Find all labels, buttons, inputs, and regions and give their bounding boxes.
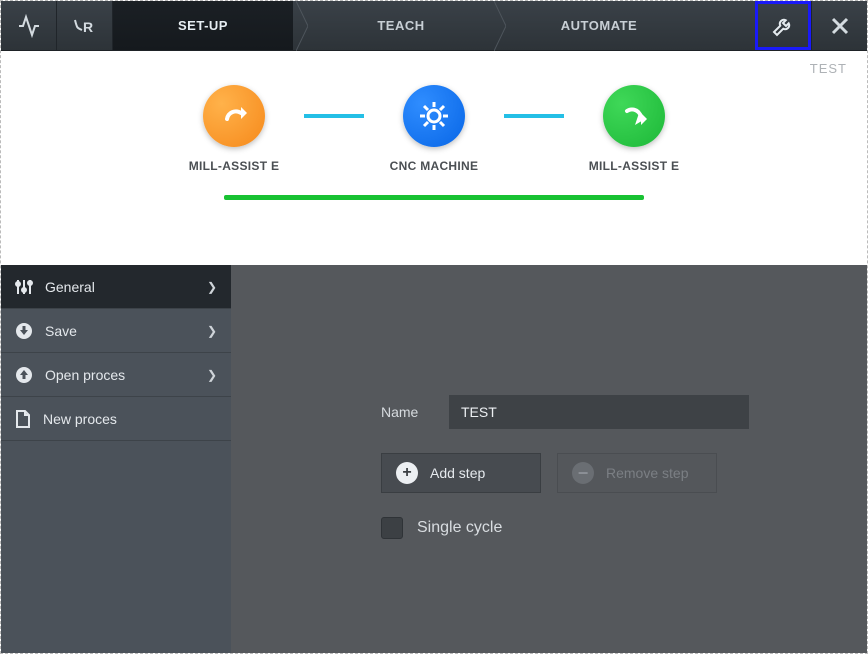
- robot-icon: R: [71, 16, 99, 36]
- flow-progress-bar: [224, 195, 644, 200]
- download-icon: [15, 322, 33, 340]
- tab-teach-label: TEACH: [377, 18, 424, 33]
- file-icon: [15, 410, 31, 428]
- flow-node-machine-label: CNC MACHINE: [390, 159, 479, 173]
- chevron-right-icon: ❯: [207, 324, 217, 338]
- close-icon: [830, 16, 850, 36]
- add-step-button[interactable]: + Add step: [381, 453, 541, 493]
- sidebar-item-open[interactable]: Open proces ❯: [1, 353, 231, 397]
- tab-automate-label: AUTOMATE: [561, 18, 637, 33]
- flow-node-dest-label: MILL-ASSIST E: [589, 159, 680, 173]
- sidebar-item-label: General: [45, 279, 95, 295]
- single-cycle-row: Single cycle: [381, 517, 867, 539]
- single-cycle-checkbox[interactable]: [381, 517, 403, 539]
- lower-panel: General ❯ Save ❯ Open proces ❯ New proce…: [1, 265, 867, 653]
- add-step-label: Add step: [430, 465, 485, 481]
- flow-connector-1: [304, 114, 364, 118]
- process-flow-panel: TEST MILL-ASSIST E CNC MACHINE MILL-ASSI…: [1, 51, 867, 265]
- sliders-icon: [15, 278, 33, 296]
- settings-button[interactable]: [755, 1, 811, 50]
- tab-automate[interactable]: AUTOMATE: [509, 1, 689, 50]
- svg-text:R: R: [83, 19, 93, 35]
- tab-chevron-2: [491, 1, 509, 50]
- chevron-right-icon: ❯: [207, 368, 217, 382]
- wrench-icon: [771, 14, 795, 38]
- flow-node-source-circle: [203, 85, 265, 147]
- plus-icon: +: [396, 462, 418, 484]
- arrow-in-icon: [619, 101, 649, 131]
- sidebar-item-label: Open proces: [45, 367, 125, 383]
- sidebar-item-label: Save: [45, 323, 77, 339]
- project-name-label: TEST: [810, 61, 847, 76]
- upload-icon: [15, 366, 33, 384]
- robot-button[interactable]: R: [57, 1, 113, 50]
- flow-node-machine[interactable]: CNC MACHINE: [364, 85, 504, 173]
- flow-node-machine-circle: [403, 85, 465, 147]
- top-right-controls: [755, 1, 867, 50]
- flow-node-source-label: MILL-ASSIST E: [189, 159, 280, 173]
- step-buttons-row: + Add step − Remove step: [381, 453, 867, 493]
- tab-setup[interactable]: SET-UP: [113, 1, 293, 50]
- single-cycle-label: Single cycle: [417, 519, 502, 537]
- sidebar: General ❯ Save ❯ Open proces ❯ New proce…: [1, 265, 231, 653]
- name-input[interactable]: [449, 395, 749, 429]
- sidebar-item-label: New proces: [43, 411, 117, 427]
- activity-button[interactable]: [1, 1, 57, 50]
- flow-node-source[interactable]: MILL-ASSIST E: [164, 85, 304, 173]
- activity-icon: [17, 14, 41, 38]
- flow-node-dest[interactable]: MILL-ASSIST E: [564, 85, 704, 173]
- content-panel: Name + Add step − Remove step Single cyc…: [231, 265, 867, 653]
- workflow-tabs: SET-UP TEACH AUTOMATE: [113, 1, 689, 50]
- sidebar-item-general[interactable]: General ❯: [1, 265, 231, 309]
- chevron-right-icon: ❯: [207, 280, 217, 294]
- gear-icon: [418, 100, 450, 132]
- sidebar-item-save[interactable]: Save ❯: [1, 309, 231, 353]
- remove-step-label: Remove step: [606, 465, 688, 481]
- remove-step-button: − Remove step: [557, 453, 717, 493]
- tab-chevron-1: [293, 1, 311, 50]
- flow-connector-2: [504, 114, 564, 118]
- close-button[interactable]: [811, 1, 867, 50]
- minus-icon: −: [572, 462, 594, 484]
- tab-teach[interactable]: TEACH: [311, 1, 491, 50]
- top-bar: R SET-UP TEACH AUTOMATE: [1, 1, 867, 51]
- arrow-out-icon: [219, 101, 249, 131]
- top-spacer: [689, 1, 755, 50]
- name-label: Name: [381, 404, 431, 420]
- tab-setup-label: SET-UP: [178, 18, 228, 33]
- flow-node-dest-circle: [603, 85, 665, 147]
- sidebar-item-new[interactable]: New proces: [1, 397, 231, 441]
- name-row: Name: [381, 395, 867, 429]
